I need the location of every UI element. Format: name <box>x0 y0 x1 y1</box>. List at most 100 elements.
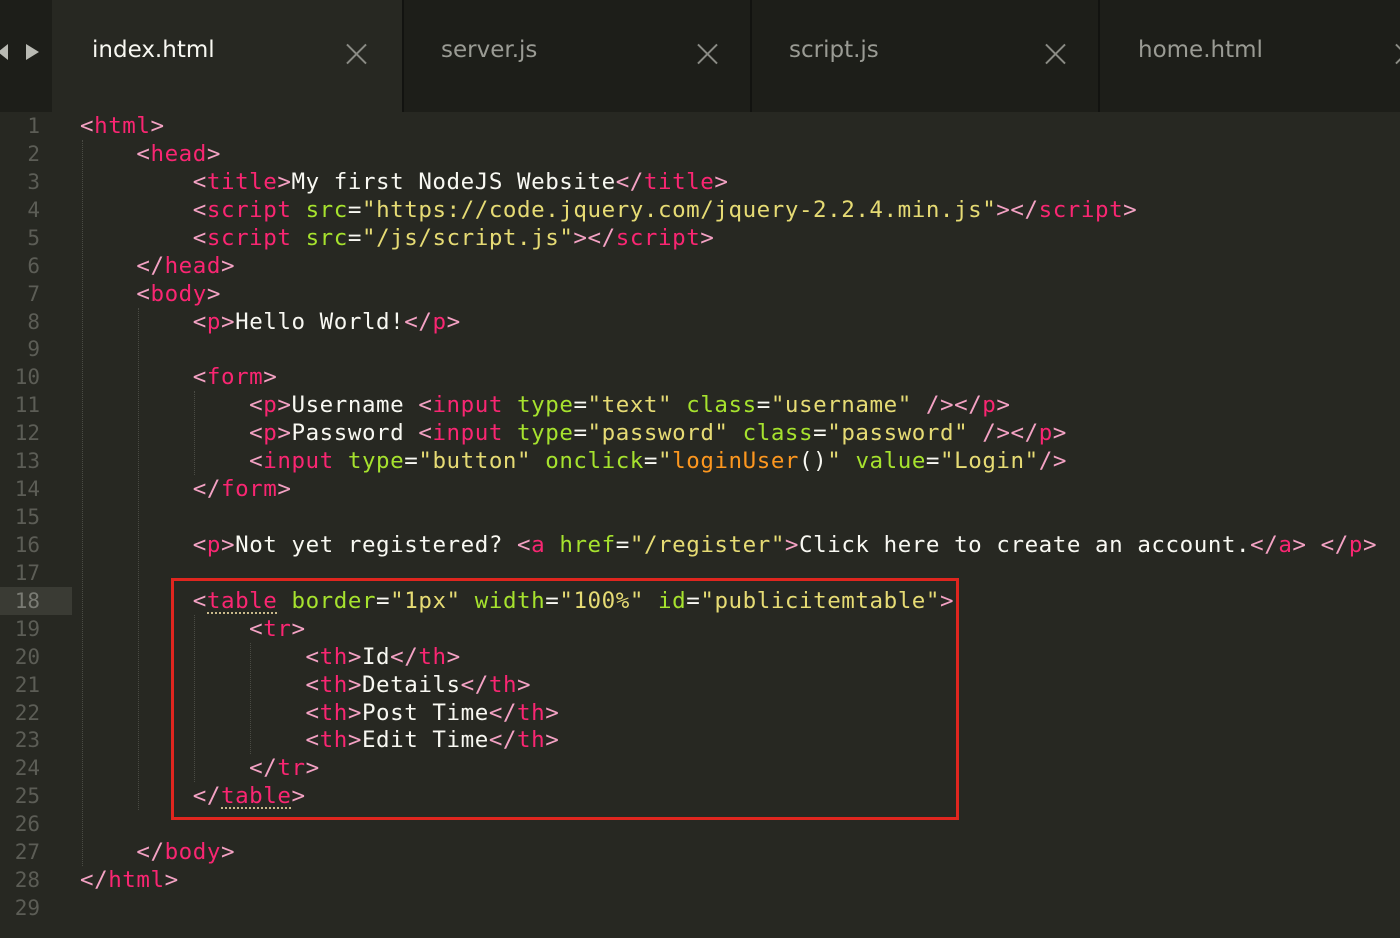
code-line[interactable]: <p>Username <input type="text" class="us… <box>80 391 1011 419</box>
code-token: > <box>150 113 165 139</box>
code-token: </ <box>615 168 644 195</box>
code-token: < <box>80 420 264 447</box>
close-icon[interactable] <box>695 42 719 66</box>
code-token: < <box>80 280 151 307</box>
code-token: "button" <box>418 448 532 475</box>
code-token: > <box>1292 531 1307 558</box>
code-token: type <box>347 448 405 475</box>
code-line[interactable]: <script src="https://code.jquery.com/jqu… <box>80 196 1137 224</box>
code-token: < <box>80 308 207 335</box>
code-token: p <box>206 308 221 335</box>
code-token: < <box>418 420 433 447</box>
close-icon[interactable] <box>1043 42 1067 66</box>
code-line[interactable]: </body> <box>80 838 235 866</box>
code-token: form <box>220 476 278 503</box>
code-token: > <box>220 531 236 558</box>
tab-server-js[interactable]: server.js <box>402 0 750 112</box>
line-number: 3 <box>27 169 40 194</box>
code-token: input <box>432 420 503 447</box>
code-line[interactable]: <script src="/js/script.js"></script> <box>80 224 714 252</box>
code-line[interactable]: <p>Password <input type="password" class… <box>80 419 1067 447</box>
code-token: < <box>80 224 207 251</box>
code-line[interactable]: </html> <box>80 866 179 894</box>
code-token: input <box>432 392 503 419</box>
line-number: 1 <box>27 114 40 138</box>
code-token: > <box>277 392 292 419</box>
code-token: "password" <box>587 420 729 447</box>
code-token: > <box>220 308 236 335</box>
line-number: 4 <box>27 197 40 222</box>
code-token: = <box>573 420 588 447</box>
code-token: " <box>827 448 842 475</box>
chevron-left-icon[interactable] <box>0 44 8 60</box>
code-token: Click here to create an account. <box>799 531 1251 558</box>
code-line[interactable]: <title>My first NodeJS Website</title> <box>80 168 728 196</box>
code-line[interactable]: <body> <box>80 280 221 308</box>
code-token: " <box>658 448 673 475</box>
code-token: Username <box>291 392 419 419</box>
line-number: 20 <box>14 644 40 669</box>
tab-label: server.js <box>441 37 538 63</box>
line-number: 6 <box>27 253 40 278</box>
code-token: "https://code.jquery.com/jquery-2.2.4.mi… <box>361 196 997 223</box>
code-line[interactable]: <head> <box>80 140 221 168</box>
line-number: 24 <box>14 756 40 781</box>
code-token: > <box>714 168 729 195</box>
tab-home-html[interactable]: home.html <box>1098 0 1400 112</box>
line-number: 26 <box>14 812 40 837</box>
line-number: 10 <box>14 365 40 390</box>
code-token: > <box>996 392 1011 419</box>
code-editor[interactable]: 1 2 3 4 5 6 7 8 9 10 11 12 13 14 15 16 17 18 19 20 21 22 23 24 2… <box>0 112 1400 938</box>
line-number: 13 <box>14 449 40 474</box>
code-token: > <box>446 308 461 335</box>
code-line[interactable]: </head> <box>80 252 235 280</box>
code-line[interactable]: <p>Hello World!</p> <box>80 308 461 336</box>
code-token: ></ <box>996 196 1039 223</box>
code-line[interactable]: <form> <box>80 363 277 391</box>
code-token: () <box>799 448 828 475</box>
line-number: 15 <box>14 505 40 530</box>
code-line[interactable]: </form> <box>80 475 291 503</box>
line-number: 27 <box>14 840 40 865</box>
code-token: Not yet registered? <box>235 531 518 558</box>
chevron-right-icon[interactable] <box>26 44 39 60</box>
code-token: </ <box>404 308 433 335</box>
line-number: 17 <box>14 560 40 585</box>
close-icon[interactable] <box>344 42 368 66</box>
code-token: a <box>531 531 546 558</box>
code-token: form <box>206 364 264 391</box>
code-token: onclick <box>545 448 644 475</box>
code-token: /></ <box>925 392 983 419</box>
code-token: title <box>206 168 278 195</box>
code-line[interactable]: <p>Not yet registered? <a href="/registe… <box>80 531 1377 559</box>
code-token: type <box>517 420 574 447</box>
tab-script-js[interactable]: script.js <box>750 0 1098 112</box>
close-icon[interactable] <box>1393 42 1400 66</box>
code-token: > <box>220 252 236 279</box>
code-token: script <box>1038 196 1124 223</box>
line-number: 14 <box>14 477 40 502</box>
code-token: </ <box>1320 531 1349 558</box>
code-token: p <box>263 420 278 447</box>
code-token: input <box>263 448 334 475</box>
code-line[interactable]: <html> <box>80 112 165 140</box>
code-token: script <box>206 196 292 223</box>
code-line[interactable]: <input type="button" onclick="loginUser(… <box>80 447 1067 475</box>
line-number: 25 <box>14 784 40 809</box>
code-token: = <box>643 448 659 475</box>
code-token: p <box>206 531 221 558</box>
code-token: > <box>1052 420 1067 447</box>
tab-label: home.html <box>1138 37 1263 63</box>
code-token: < <box>80 392 264 419</box>
tab-label: script.js <box>789 37 879 63</box>
tab-index-html[interactable]: index.html <box>52 0 402 112</box>
code-token: script <box>615 224 701 251</box>
